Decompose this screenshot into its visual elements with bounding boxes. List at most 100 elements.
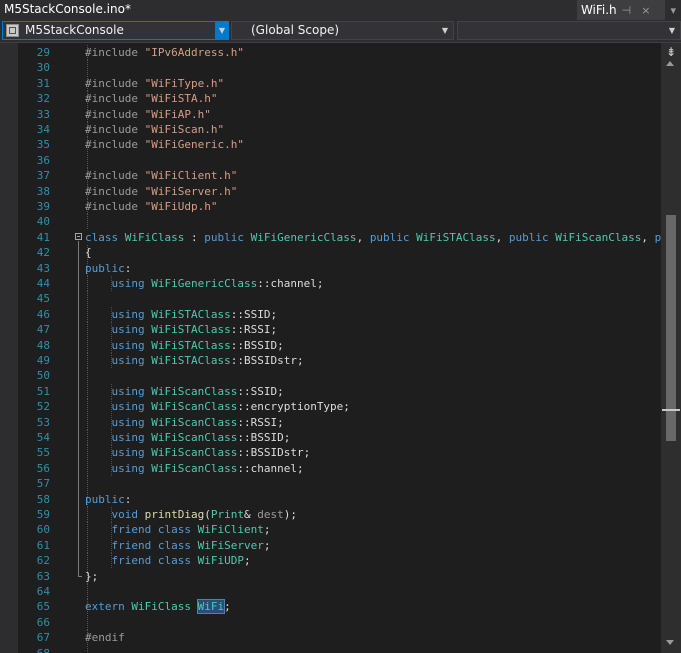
code-token: ::RSSI; bbox=[237, 415, 284, 429]
code-line[interactable]: 40 bbox=[18, 214, 661, 230]
code-text: using WiFiScanClass::encryptionType; bbox=[85, 399, 350, 414]
code-text: public: bbox=[85, 492, 131, 507]
code-token: #endif bbox=[85, 631, 125, 645]
code-line[interactable]: 41 class WiFiClass : public WiFiGenericCl… bbox=[18, 230, 661, 245]
indent-guide bbox=[87, 291, 88, 307]
code-line[interactable]: 58 public: bbox=[18, 491, 661, 507]
tab-well-right: WiFi.h ⊣ × ▾ bbox=[576, 0, 681, 20]
line-number: 47 bbox=[36, 323, 50, 337]
project-dropdown[interactable]: M5StackConsole ▼ bbox=[2, 21, 229, 40]
tab-list-menu-icon[interactable]: ▾ bbox=[665, 4, 681, 17]
code-line[interactable]: 68 bbox=[18, 645, 661, 653]
code-line[interactable]: 43 public: bbox=[18, 260, 661, 276]
code-token: : bbox=[124, 261, 132, 275]
code-token: ::BSSIDstr; bbox=[237, 446, 311, 460]
code-line[interactable]: 56 using WiFiScanClass::channel; bbox=[18, 460, 661, 476]
code-line[interactable]: 38 #include "WiFiServer.h" bbox=[18, 183, 661, 199]
code-token: class bbox=[157, 554, 198, 568]
code-token: public bbox=[85, 492, 125, 506]
line-number: 44 bbox=[36, 277, 50, 290]
member-dropdown[interactable]: ▼ bbox=[457, 21, 681, 40]
code-line[interactable]: 59 void printDiag(Print& dest); bbox=[18, 507, 661, 522]
code-line[interactable]: 34 #include "WiFiScan.h" bbox=[18, 122, 661, 137]
code-line[interactable]: 63}; bbox=[18, 568, 661, 584]
code-line[interactable]: 48 using WiFiSTAClass::BSSID; bbox=[18, 337, 661, 353]
code-line[interactable]: 64 bbox=[18, 584, 661, 599]
code-token: ::BSSID; bbox=[237, 431, 291, 444]
code-text: #include "WiFiSTA.h" bbox=[85, 91, 217, 106]
code-token: , bbox=[356, 230, 370, 244]
code-token: using bbox=[111, 400, 152, 414]
code-line[interactable]: 52 using WiFiScanClass::encryptionType; bbox=[18, 399, 661, 415]
code-text: public: bbox=[85, 261, 131, 276]
vertical-scrollbar[interactable]: ⇟ bbox=[661, 43, 681, 653]
code-line[interactable]: 50 bbox=[18, 368, 661, 384]
code-line[interactable]: 31 #include "WiFiType.h" bbox=[18, 75, 661, 91]
code-line[interactable]: 54 using WiFiScanClass::BSSID; bbox=[18, 430, 661, 445]
code-token: ::SSID; bbox=[237, 384, 284, 398]
code-line[interactable]: 61 friend class WiFiServer; bbox=[18, 537, 661, 553]
code-token: #include bbox=[85, 46, 145, 59]
code-text: #include "WiFiAP.h" bbox=[85, 107, 211, 122]
scroll-up-arrow-icon[interactable] bbox=[666, 61, 674, 66]
code-line[interactable]: 45 bbox=[18, 291, 661, 307]
line-number: 52 bbox=[36, 400, 50, 414]
code-token: using bbox=[111, 384, 152, 398]
code-line[interactable]: 55 using WiFiScanClass::BSSIDstr; bbox=[18, 445, 661, 461]
code-line[interactable]: 51 using WiFiScanClass::SSID; bbox=[18, 383, 661, 399]
code-line[interactable]: 60 friend class WiFiClient; bbox=[18, 522, 661, 538]
code-editor[interactable]: 29 #include "IPv6Address.h" 30 31 #include "… bbox=[18, 43, 661, 653]
indent-guide bbox=[87, 60, 88, 76]
scroll-down-arrow-icon[interactable] bbox=[666, 640, 674, 645]
code-line[interactable]: 44 using WiFiGenericClass::channel; bbox=[18, 276, 661, 291]
code-token: WiFiUDP bbox=[197, 554, 244, 568]
code-line[interactable]: 49 using WiFiSTAClass::BSSIDstr; bbox=[18, 353, 661, 368]
code-line[interactable]: 36 bbox=[18, 152, 661, 168]
code-line[interactable]: 42 { bbox=[18, 245, 661, 261]
code-text: #include "WiFiScan.h" bbox=[85, 122, 224, 137]
code-text: friend class WiFiUDP; bbox=[85, 553, 251, 568]
code-line[interactable]: 62 friend class WiFiUDP; bbox=[18, 553, 661, 569]
code-line[interactable]: 57 bbox=[18, 476, 661, 492]
code-line[interactable]: 32 #include "WiFiSTA.h" bbox=[18, 91, 661, 107]
scope-dropdown[interactable]: (Global Scope) ▼ bbox=[231, 21, 454, 40]
code-line[interactable]: 47 using WiFiSTAClass::RSSI; bbox=[18, 322, 661, 338]
code-text: using WiFiScanClass::BSSID; bbox=[85, 430, 291, 445]
code-line[interactable]: 33 #include "WiFiAP.h" bbox=[18, 106, 661, 122]
code-text: #include "WiFiUdp.h" bbox=[85, 199, 217, 214]
code-token: #include bbox=[85, 92, 145, 106]
code-line[interactable]: 65 extern WiFiClass WiFi; bbox=[18, 599, 661, 615]
code-text: void printDiag(Print& dest); bbox=[85, 507, 297, 522]
code-token: "WiFiClient.h" bbox=[144, 169, 238, 183]
code-line[interactable]: 53 using WiFiScanClass::RSSI; bbox=[18, 414, 661, 430]
indent-guide bbox=[87, 584, 88, 599]
code-line[interactable]: 37 #include "WiFiClient.h" bbox=[18, 168, 661, 184]
code-line[interactable]: 30 bbox=[18, 60, 661, 76]
scrollbar-thumb[interactable] bbox=[666, 215, 676, 441]
split-window-icon[interactable]: ⇟ bbox=[664, 45, 678, 59]
code-line[interactable]: 35 #include "WiFiGeneric.h" bbox=[18, 137, 661, 153]
project-dropdown-label: M5StackConsole bbox=[25, 23, 124, 37]
code-text: using WiFiScanClass::SSID; bbox=[85, 384, 284, 399]
code-line[interactable]: 29 #include "IPv6Address.h" bbox=[18, 45, 661, 60]
collapse-icon[interactable] bbox=[75, 232, 82, 240]
code-token: ; bbox=[263, 538, 271, 552]
document-tab-title[interactable]: M5StackConsole.ino* bbox=[4, 2, 131, 16]
code-token: WiFiScanClass bbox=[151, 400, 238, 414]
code-line[interactable]: 66 bbox=[18, 614, 661, 630]
code-line[interactable]: 39 #include "WiFiUdp.h" bbox=[18, 199, 661, 214]
close-icon[interactable]: × bbox=[636, 4, 655, 17]
code-line[interactable]: 46 using WiFiSTAClass::SSID; bbox=[18, 306, 661, 322]
code-text: class WiFiClass : public WiFiGenericClas… bbox=[85, 230, 661, 245]
line-number: 41 bbox=[36, 230, 50, 244]
pin-icon[interactable]: ⊣ bbox=[617, 4, 637, 17]
tab-wifi-h[interactable]: WiFi.h ⊣ × bbox=[576, 0, 666, 20]
code-token: "WiFiScan.h" bbox=[144, 123, 225, 136]
indent-guide bbox=[87, 214, 88, 230]
code-token: WiFiScanClass bbox=[151, 384, 238, 398]
code-line[interactable]: 67 #endif bbox=[18, 630, 661, 646]
